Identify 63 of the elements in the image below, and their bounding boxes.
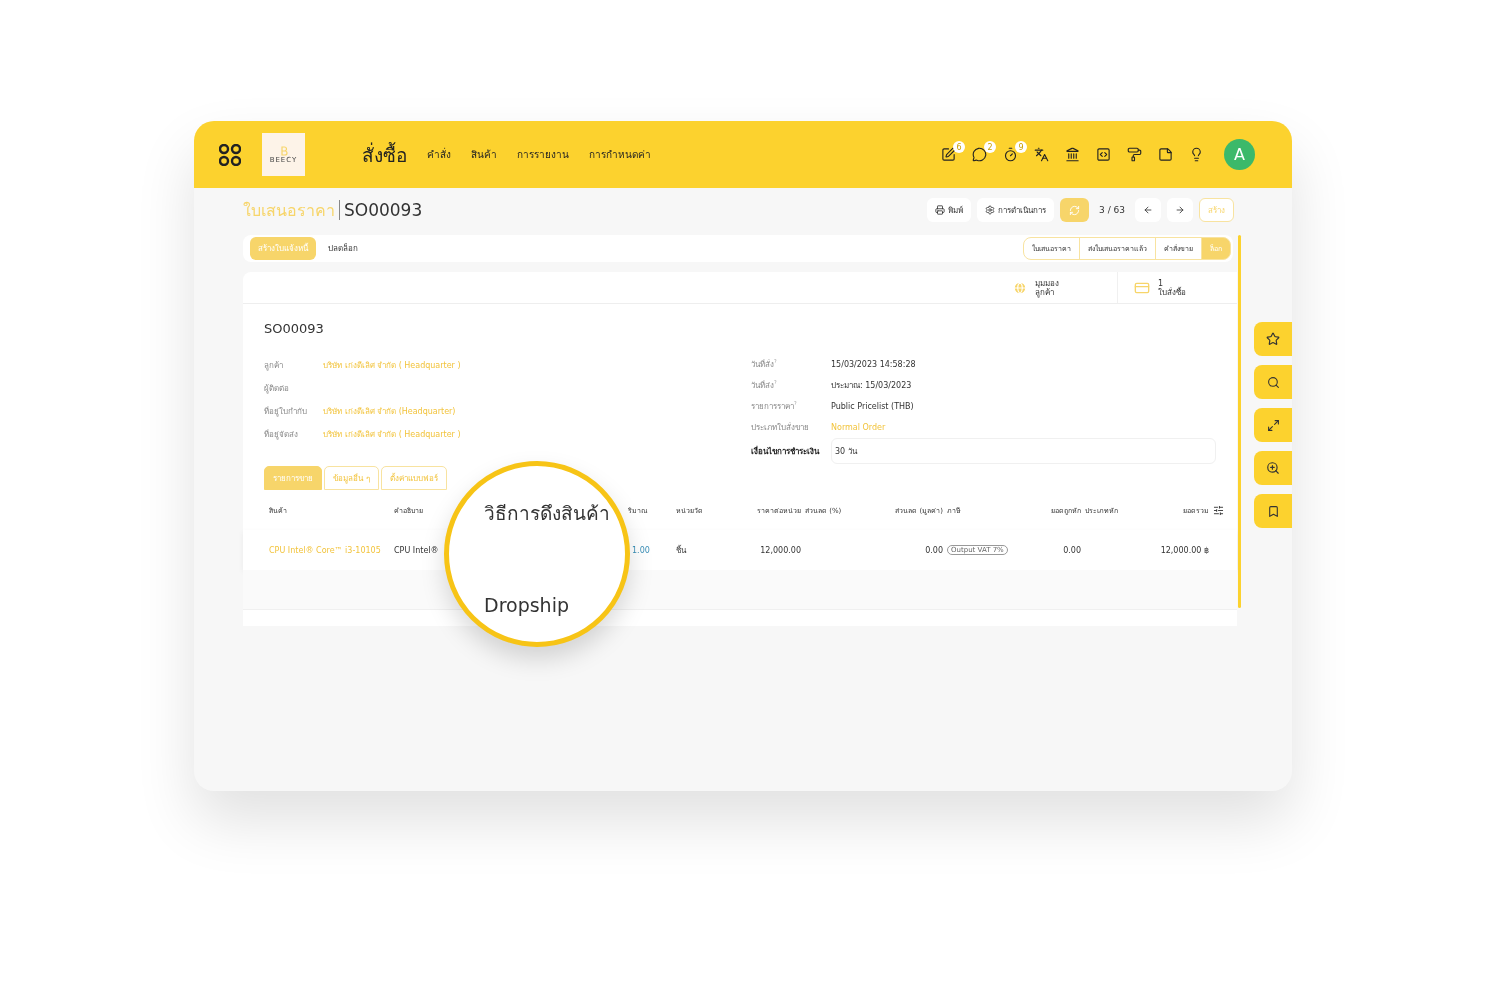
table-cell-text: 12,000.00 ฿ [1160,544,1210,557]
field-label: ลูกค้า [264,360,284,372]
zoom-button[interactable] [1254,451,1292,485]
field-value: 15/03/2023 14:58:28 [831,360,917,369]
arrow-left-icon [1143,205,1153,215]
action-button[interactable]: การดำเนินการ [977,198,1055,222]
callout-label: วิธีการดึงสินค้า [484,501,611,526]
printer-icon [935,205,946,215]
bookmark-button[interactable] [1254,494,1292,528]
favorite-button[interactable] [1254,322,1292,356]
field-label: วันที่ส่ง$^{?}$ [751,379,778,392]
column-settings-icon[interactable] [1213,504,1224,516]
count-badge: 2 [984,141,996,153]
lightbulb-icon[interactable] [1189,147,1204,162]
refresh-icon [1069,204,1081,216]
building-icon[interactable] [1065,147,1080,162]
table-cell-text: 1.00 [631,544,650,557]
pager-text: 3 / 63 [1099,205,1125,215]
table-cell-text: 12,000.00 [760,544,802,557]
zoom-in-icon [1266,461,1280,475]
table-cell-text: 0.00 [1063,544,1082,557]
menu-item[interactable]: สินค้า [471,147,497,162]
translate-icon[interactable] [1034,147,1049,162]
form-title: SO00093 [264,321,325,336]
apps-icon[interactable] [219,143,241,166]
count-badge: 9 [1015,141,1027,153]
record-title: SO00093 [344,200,423,220]
timer-icon[interactable] [1003,147,1018,162]
field-label: ผู้ติดต่อ [264,383,290,395]
unlock-button[interactable]: ปลดล็อก [320,237,366,260]
table-cell-text: CPU Intel® [394,544,439,557]
menu-item[interactable]: การกำหนดค่า [589,147,651,162]
note-icon[interactable] [1158,147,1173,162]
table-cell-text: 0.00 [925,544,944,557]
star-icon [1266,332,1280,346]
payment-terms-field[interactable]: 30 วัน [831,438,1216,464]
print-button[interactable]: พิมพ์ [927,198,972,222]
field-label: ที่อยู่จัดส่ง [264,428,299,441]
expand-icon [1266,418,1280,432]
menu-item[interactable]: การรายงาน [517,147,569,162]
field-label: ที่อยู่ใบกำกับ [264,405,308,418]
field-value: Public Pricelist (THB) [831,402,915,411]
arrow-right-icon [1175,205,1185,215]
code-icon[interactable] [1096,147,1111,162]
menu-item[interactable]: คำสั่ง [427,147,451,162]
callout-value: Dropship [484,594,570,616]
field-label: รายการราคา$^{?}$ [751,400,798,413]
chat-icon[interactable] [972,147,987,162]
count-badge: 6 [953,141,965,153]
search-button[interactable] [1254,365,1292,399]
field-label: เงื่อนไขการชำระเงิน [751,445,821,458]
field-label: ประเภทใบสั่งขาย [751,421,810,434]
edit-icon[interactable] [941,147,956,162]
table-cell-text: ชิ้น [676,544,686,557]
bookmark-icon [1266,504,1280,518]
paint-roller-icon[interactable] [1127,147,1142,162]
app-title: สั่งซื้อ [362,141,407,168]
stat-button[interactable]: 1 ใบสั่งซื้อ [1117,272,1237,303]
globe-icon [1013,280,1027,295]
settings-icon [985,205,996,215]
field-label: วันที่สั่ง$^{?}$ [751,358,778,371]
search-icon [1266,375,1280,389]
field-value: ประมาณ: 15/03/2023 [831,380,913,392]
